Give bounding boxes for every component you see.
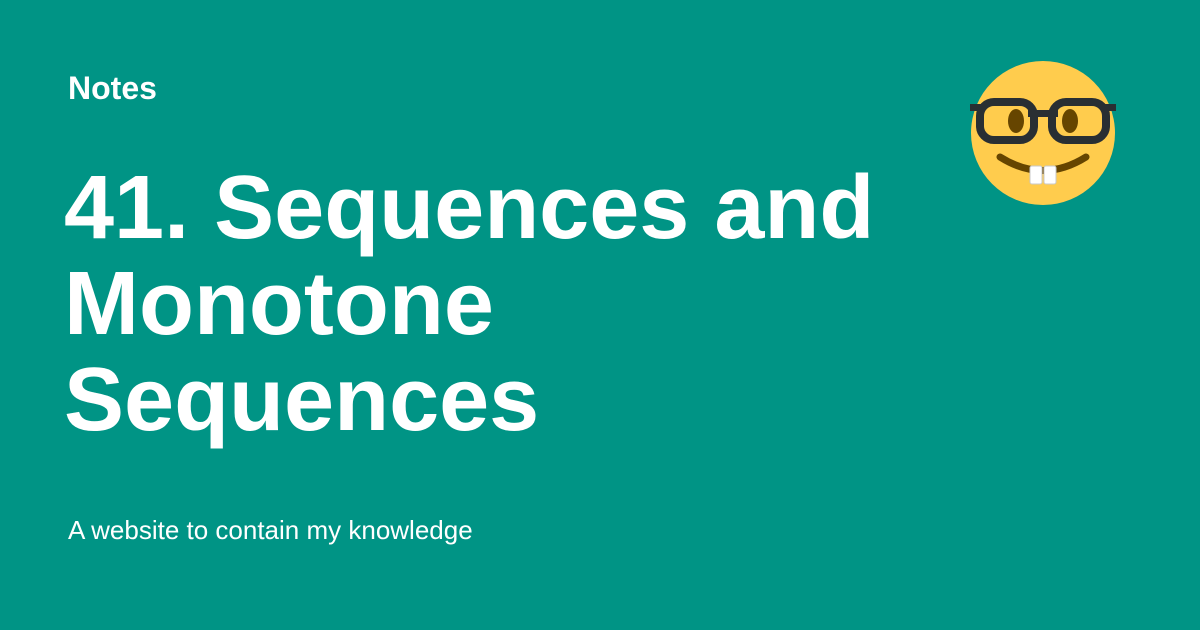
site-tagline: A website to contain my knowledge xyxy=(68,515,473,545)
site-name: Notes xyxy=(68,70,157,106)
page-title: 41. Sequences and Monotone Sequences xyxy=(64,160,924,448)
page-title-line: Sequences xyxy=(64,350,540,450)
page-title-line: Monotone xyxy=(64,254,494,354)
social-card: Notes 41. Sequences and Monotone Sequenc… xyxy=(0,0,1200,630)
nerd-face-icon xyxy=(970,61,1116,205)
page-title-line: 41. Sequences and xyxy=(64,158,875,258)
